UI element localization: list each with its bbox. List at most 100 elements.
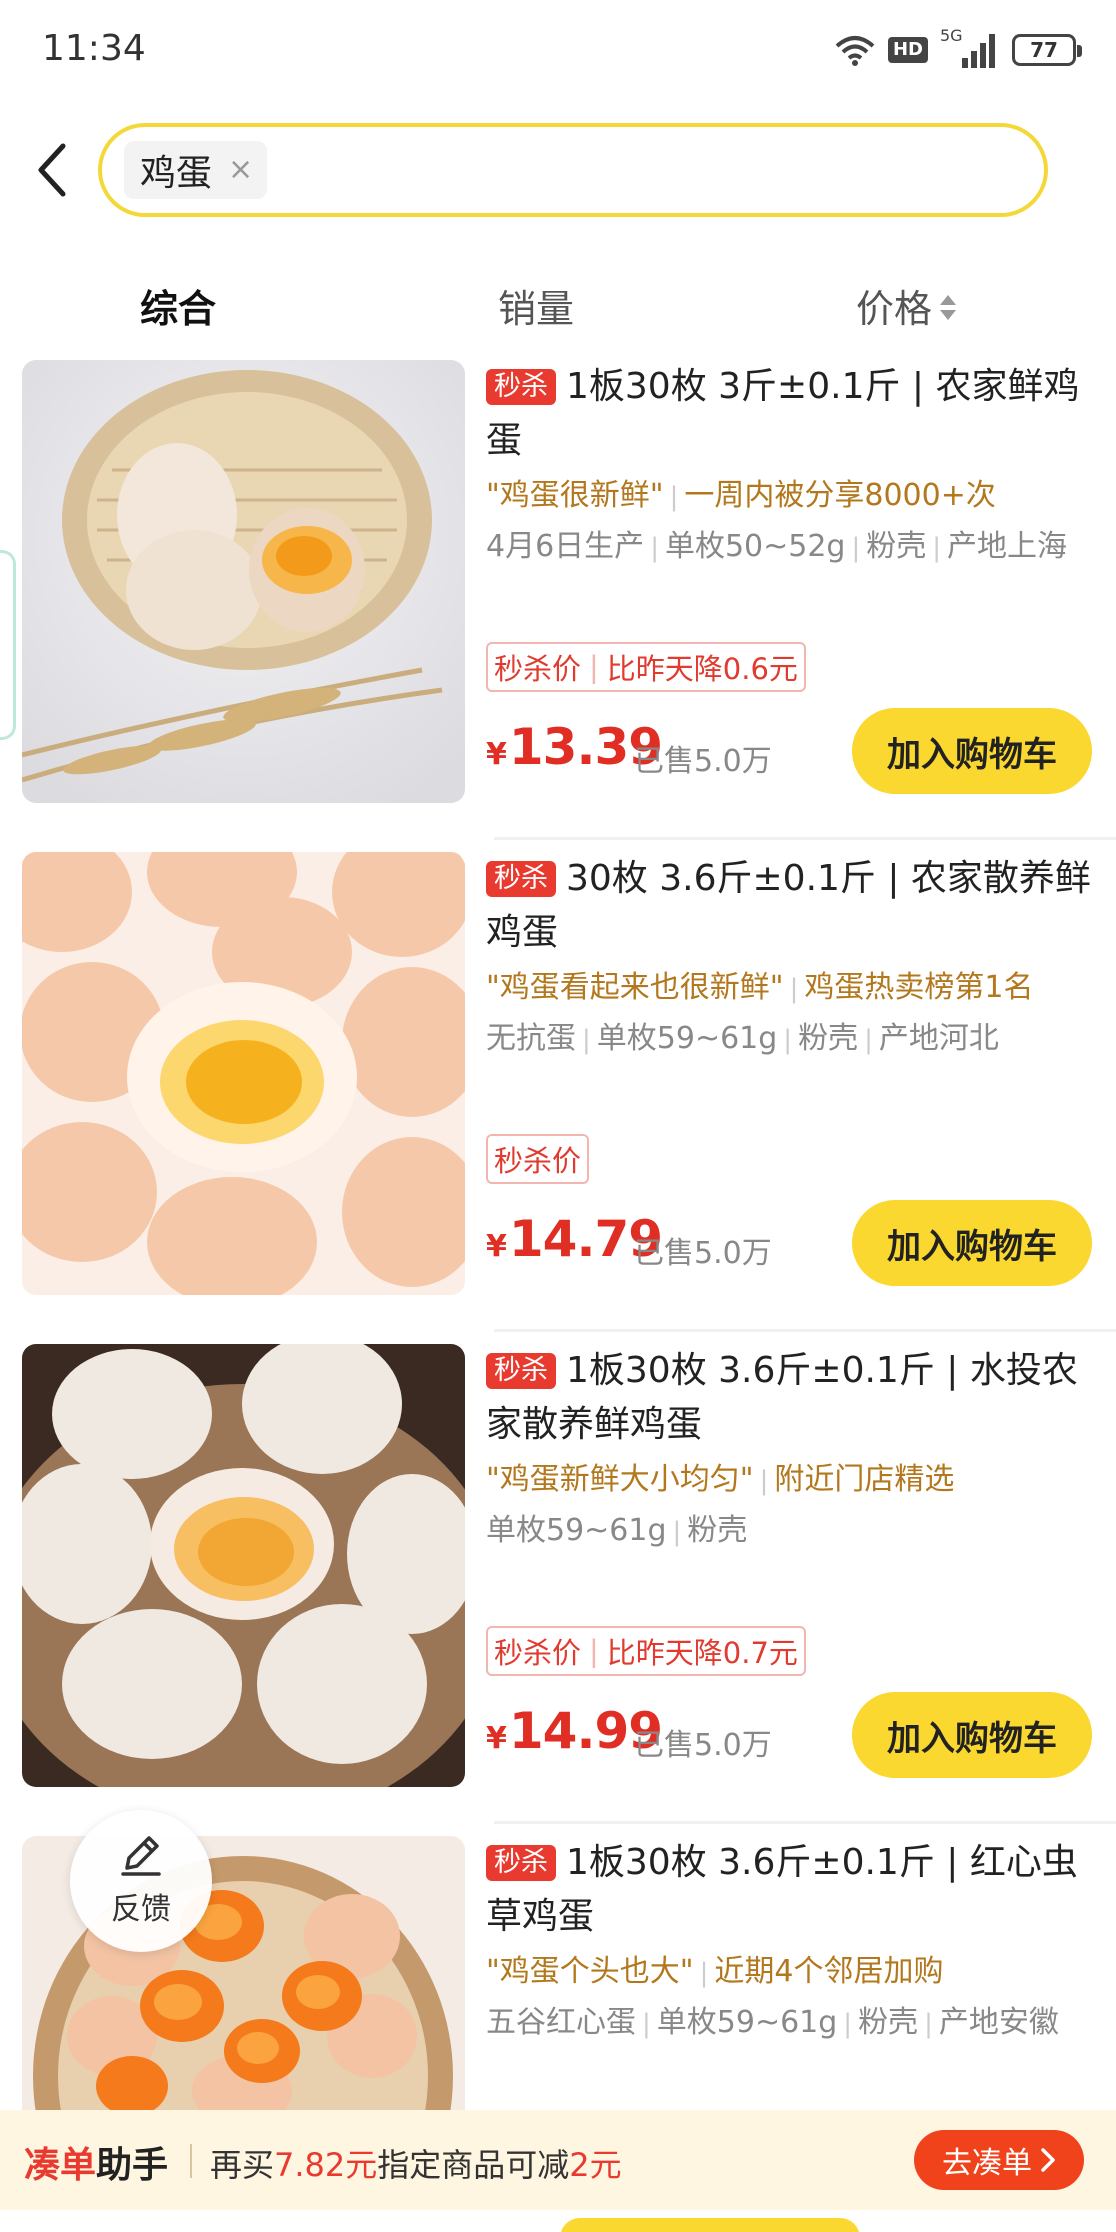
promo-badge: 秒杀价 <box>486 1134 590 1184</box>
back-button[interactable] <box>22 132 82 208</box>
product-card[interactable]: 秒杀 1板30枚 3.6斤±0.1斤 | 水投农家散养鲜鸡蛋 "鸡蛋新鲜大小均匀"… <box>0 1344 1116 1824</box>
review-highlight: 附近门店精选 <box>774 1462 955 1497</box>
currency-symbol: ¥ <box>486 737 507 772</box>
go-bundle-label: 去凑单 <box>942 2146 1032 2181</box>
wifi-icon <box>835 36 875 66</box>
bundle-title-b: 助手 <box>96 2145 169 2186</box>
battery-icon: 77 <box>1012 34 1082 66</box>
chevron-right-icon <box>1041 2148 1055 2172</box>
bundle-text-a: 再买 <box>210 2146 275 2184</box>
status-bar: 11:34 HD 5G 77 <box>0 0 1116 100</box>
tab-sales[interactable]: 销量 <box>498 278 574 333</box>
spec-item: 粉壳 <box>858 2005 919 2040</box>
battery-level: 77 <box>1030 38 1058 62</box>
product-review: "鸡蛋新鲜大小均匀" | 附近门店精选 <box>486 1462 955 1497</box>
edit-icon <box>121 1836 161 1876</box>
spec-item: 产地安徽 <box>938 2005 1059 2040</box>
product-image[interactable] <box>22 852 465 1295</box>
divider <box>190 2144 192 2178</box>
product-card[interactable]: 秒杀 30枚 3.6斤±0.1斤 | 农家散养鲜鸡蛋 "鸡蛋看起来也很新鲜" | 鸡蛋… <box>0 852 1116 1332</box>
promo-note: 比昨天降0.7元 <box>606 1636 798 1670</box>
flash-sale-tag: 秒杀 <box>486 1353 556 1389</box>
product-review: "鸡蛋很新鲜" | 一周内被分享8000+次 <box>486 478 996 513</box>
review-quote: "鸡蛋新鲜大小均匀" <box>486 1462 754 1497</box>
divider <box>494 1329 1116 1332</box>
product-specs: 单枚59~61g | 粉壳 <box>486 1513 748 1548</box>
spec-item: 粉壳 <box>687 1513 748 1548</box>
price-row: ¥14.99 已售5.0万 加入购物车 <box>486 1692 1092 1778</box>
currency-symbol: ¥ <box>486 1229 507 1264</box>
product-title[interactable]: 秒杀 30枚 3.6斤±0.1斤 | 农家散养鲜鸡蛋 <box>486 852 1092 960</box>
divider <box>494 837 1116 840</box>
product-title[interactable]: 秒杀 1板30枚 3.6斤±0.1斤 | 红心虫草鸡蛋 <box>486 1836 1092 1944</box>
product-title-text: 30枚 3.6斤±0.1斤 | 农家散养鲜鸡蛋 <box>486 858 1091 953</box>
product-title[interactable]: 秒杀 1板30枚 3斤±0.1斤 | 农家鲜鸡蛋 <box>486 360 1092 468</box>
product-review: "鸡蛋个头也大" | 近期4个邻居加购 <box>486 1954 944 1989</box>
review-quote: "鸡蛋个头也大" <box>486 1954 694 1989</box>
sort-tabs: 综合 销量 价格 <box>0 270 1116 340</box>
search-chip[interactable]: 鸡蛋 × <box>124 141 268 199</box>
flash-sale-tag: 秒杀 <box>486 1845 556 1881</box>
add-to-cart-button[interactable]: 加入购物车 <box>852 708 1092 794</box>
add-to-cart-button[interactable]: 加入购物车 <box>852 1692 1092 1778</box>
spec-item: 无抗蛋 <box>486 1021 576 1056</box>
bundle-helper-title: 凑单助手 <box>24 2136 168 2188</box>
signal-icon: 5G <box>940 26 1000 70</box>
bundle-discount: 2元 <box>569 2146 622 2184</box>
product-title-text: 1板30枚 3.6斤±0.1斤 | 红心虫草鸡蛋 <box>486 1842 1078 1937</box>
sold-count: 已售5.0万 <box>634 1728 772 1763</box>
spec-item: 单枚59~61g <box>486 1513 667 1548</box>
product-title-text: 1板30枚 3.6斤±0.1斤 | 水投农家散养鲜鸡蛋 <box>486 1350 1078 1445</box>
chevron-left-icon <box>38 143 66 197</box>
bundle-title-a: 凑单 <box>24 2145 97 2186</box>
spec-item: 4月6日生产 <box>486 529 645 564</box>
search-chip-text: 鸡蛋 <box>140 153 213 194</box>
price-row: ¥13.39 已售5.0万 加入购物车 <box>486 708 1092 794</box>
tab-comprehensive[interactable]: 综合 <box>140 278 216 333</box>
spec-item: 粉壳 <box>866 529 927 564</box>
search-input[interactable]: 鸡蛋 × <box>98 123 1048 217</box>
promo-label: 秒杀价 <box>494 1636 582 1670</box>
product-image[interactable] <box>22 360 465 803</box>
bundle-amount: 7.82元 <box>274 2146 378 2184</box>
feedback-label: 反馈 <box>111 1892 171 1927</box>
promo-badge: 秒杀价 | 比昨天降0.6元 <box>486 642 806 692</box>
review-highlight: 鸡蛋热卖榜第1名 <box>804 970 1034 1005</box>
promo-label: 秒杀价 <box>494 652 582 686</box>
spec-item: 单枚59~61g <box>656 2005 838 2040</box>
network-label: 5G <box>940 26 963 45</box>
product-specs: 4月6日生产 | 单枚50~52g | 粉壳 | 产地上海 <box>486 529 1068 564</box>
status-time: 11:34 <box>42 28 146 69</box>
add-to-cart-button[interactable]: 加入购物车 <box>852 1200 1092 1286</box>
product-info: 秒杀 1板30枚 3.6斤±0.1斤 | 水投农家散养鲜鸡蛋 "鸡蛋新鲜大小均匀"… <box>486 1344 1092 1554</box>
sort-arrows-icon <box>940 293 957 323</box>
flash-sale-tag: 秒杀 <box>486 369 556 405</box>
feedback-button[interactable]: 反馈 <box>70 1810 212 1952</box>
product-image[interactable] <box>22 1344 465 1787</box>
promo-label: 秒杀价 <box>494 1144 582 1178</box>
divider <box>494 1821 1116 1824</box>
close-icon[interactable]: × <box>228 155 253 185</box>
bundle-helper-bar[interactable]: 凑单助手 再买7.82元指定商品可减2元 去凑单 <box>0 2110 1116 2210</box>
product-card[interactable]: 秒杀 1板30枚 3斤±0.1斤 | 农家鲜鸡蛋 "鸡蛋很新鲜" | 一周内被分享80… <box>0 360 1116 840</box>
promo-note: 比昨天降0.6元 <box>606 652 798 686</box>
spec-item: 单枚50~52g <box>664 529 846 564</box>
spec-item: 单枚59~61g <box>596 1021 778 1056</box>
product-info: 秒杀 1板30枚 3.6斤±0.1斤 | 红心虫草鸡蛋 "鸡蛋个头也大" | 近期4个… <box>486 1836 1092 2046</box>
tab-price[interactable]: 价格 <box>856 278 957 333</box>
partial-cart-button[interactable] <box>560 2218 860 2232</box>
spec-item: 产地上海 <box>947 529 1068 564</box>
go-bundle-button[interactable]: 去凑单 <box>914 2130 1084 2190</box>
review-highlight: 一周内被分享8000+次 <box>684 478 996 513</box>
spec-item: 粉壳 <box>798 1021 859 1056</box>
flash-sale-tag: 秒杀 <box>486 861 556 897</box>
review-highlight: 近期4个邻居加购 <box>714 1954 944 1989</box>
product-title[interactable]: 秒杀 1板30枚 3.6斤±0.1斤 | 水投农家散养鲜鸡蛋 <box>486 1344 1092 1452</box>
status-icons: HD 5G 77 <box>834 26 1082 72</box>
sold-count: 已售5.0万 <box>634 1236 772 1271</box>
review-quote: "鸡蛋看起来也很新鲜" <box>486 970 784 1005</box>
product-info: 秒杀 1板30枚 3斤±0.1斤 | 农家鲜鸡蛋 "鸡蛋很新鲜" | 一周内被分享80… <box>486 360 1092 570</box>
hd-badge: HD <box>887 37 928 63</box>
tab-price-label: 价格 <box>856 287 933 331</box>
sold-count: 已售5.0万 <box>634 744 772 779</box>
